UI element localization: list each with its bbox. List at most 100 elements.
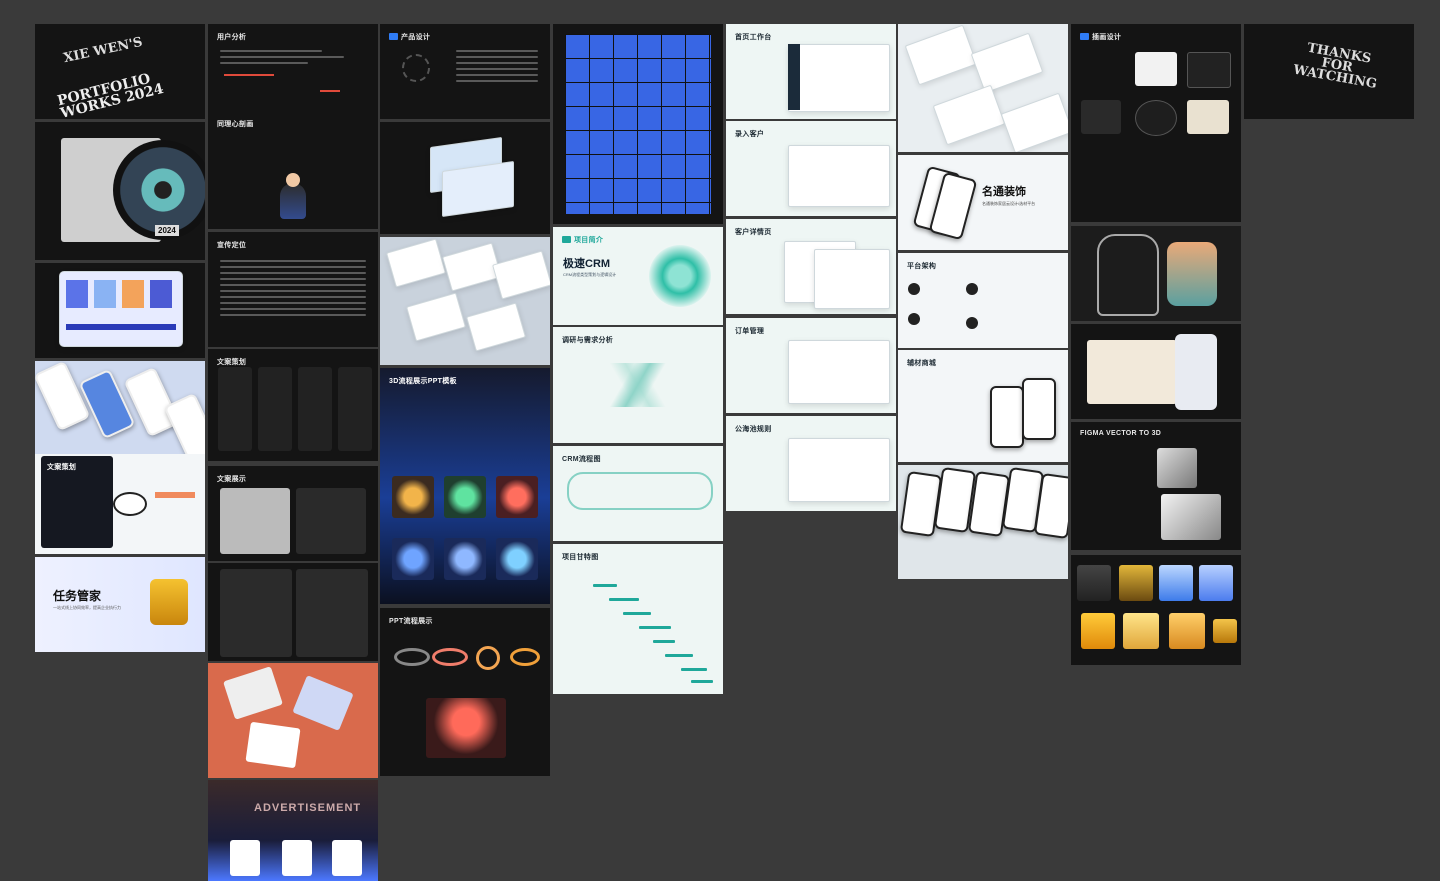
- frame-title-wrap: 项目简介: [562, 235, 603, 245]
- frame-line-art[interactable]: [1071, 226, 1241, 321]
- frame-title: 3D流程展示PPT模板: [389, 378, 457, 385]
- frame-customer-detail[interactable]: 客户详情页: [726, 219, 896, 314]
- frame-title: 文案策划: [217, 359, 247, 366]
- frame-enter-customer[interactable]: 录入客户: [726, 121, 896, 216]
- frame-phones-grid[interactable]: [898, 465, 1068, 579]
- advertisement-title: ADVERTISEMENT: [254, 802, 362, 814]
- slide-mock: [466, 302, 526, 352]
- grid-lines: [565, 34, 711, 214]
- frame-title: 产品设计: [401, 34, 431, 41]
- gantt-bar: [639, 626, 671, 629]
- table-block: [220, 256, 366, 320]
- gantt-bar: [623, 612, 651, 615]
- frame-title: FIGMA VECTOR TO 3D: [1080, 430, 1162, 437]
- frame-public-pool[interactable]: 公海池规则: [726, 416, 896, 511]
- star-icon: [1213, 619, 1237, 643]
- frame-ppt-flow[interactable]: PPT流程展示: [380, 608, 550, 776]
- text-block: [456, 46, 538, 86]
- frame-3d-ppt[interactable]: 3D流程展示PPT模板: [380, 368, 550, 604]
- frame-gantt[interactable]: 项目甘特图: [553, 544, 723, 694]
- decor-subtitle: 名通装饰家居云设计/选材平台: [982, 201, 1036, 206]
- frame-copy-show[interactable]: 文案展示: [208, 466, 378, 561]
- frame-title: 项目简介: [574, 237, 604, 244]
- crm-subtitle: CRM流程类型策划与逻辑设计: [563, 272, 617, 277]
- laptop-screen: [59, 271, 183, 347]
- screen-mock: [970, 32, 1044, 94]
- screen-mock: [788, 340, 890, 404]
- frame-cover[interactable]: XIE WEN'S PORTFOLIO WORKS 2024: [35, 24, 205, 119]
- red-icon: [496, 476, 538, 518]
- frame-3d-icons[interactable]: [1071, 555, 1241, 665]
- frame-aux-mall[interactable]: 辅材商城: [898, 350, 1068, 462]
- frame-copy-planning[interactable]: 文案策划: [35, 454, 205, 554]
- target-icon: [1159, 565, 1193, 601]
- frame-project-intro[interactable]: 项目简介 极速CRM CRM流程类型策划与逻辑设计: [553, 227, 723, 325]
- frame-crm-flow[interactable]: CRM流程图: [553, 446, 723, 541]
- gantt-bar: [653, 640, 675, 643]
- frame-illustration[interactable]: 插画设计: [1071, 24, 1241, 222]
- frame-title: 公海池规则: [735, 426, 772, 433]
- frame-advertisement[interactable]: ADVERTISEMENT: [208, 780, 378, 881]
- frame-poster-mock[interactable]: [1071, 324, 1241, 419]
- frame-title: 调研与需求分析: [562, 337, 614, 344]
- cover-art-text: PORTFOLIO WORKS 2024: [55, 70, 166, 119]
- frame-home-workbench[interactable]: 首页工作台: [726, 24, 896, 119]
- book-page: [296, 569, 368, 657]
- frame-decor-title[interactable]: 名通装饰 名通装饰家居云设计/选材平台: [898, 155, 1068, 250]
- illustration-card: [1135, 52, 1177, 86]
- screen-card: [94, 280, 116, 308]
- dark-panel: 文案策划: [41, 456, 113, 548]
- gantt-bar: [681, 668, 707, 671]
- frame-title: 宣传定位: [217, 242, 247, 249]
- frame-title: 客户详情页: [735, 229, 772, 236]
- upload-icon: [1119, 565, 1153, 601]
- frame-product-design[interactable]: 产品设计: [380, 24, 550, 119]
- gold-icon: [392, 476, 434, 518]
- frame-user-analysis[interactable]: 用户分析: [208, 24, 378, 119]
- frame-phones-blue[interactable]: [35, 361, 205, 456]
- frame-dashboard-tilted[interactable]: [898, 24, 1068, 152]
- illustration-card: [1187, 100, 1229, 134]
- slide-mock: [492, 250, 550, 300]
- frame-3d-screens[interactable]: [380, 122, 550, 234]
- frame-book-spread[interactable]: [208, 563, 378, 661]
- frame-icon-grid[interactable]: [553, 24, 723, 224]
- tag-icon: [1080, 33, 1089, 40]
- text-block: [220, 46, 366, 68]
- frame-research[interactable]: 调研与需求分析: [553, 327, 723, 443]
- frame-scattered-papers[interactable]: [208, 663, 378, 778]
- frame-title: 订单管理: [735, 328, 765, 335]
- task-manager-title: 任务管家: [53, 589, 102, 603]
- frame-title: 文案展示: [217, 476, 247, 483]
- 3d-object: [1161, 494, 1221, 540]
- frame-platform-arch[interactable]: 平台架构: [898, 253, 1068, 348]
- avatar-head: [286, 173, 300, 187]
- frame-task-manager[interactable]: 任务管家 一站式线上协同效率，提高企业执行力: [35, 557, 205, 652]
- frame-album[interactable]: 2024: [35, 122, 205, 260]
- frame-thanks[interactable]: THANKS FOR WATCHING: [1244, 24, 1414, 119]
- blue-icon: [496, 538, 538, 580]
- task-manager-subtitle: 一站式线上协同效率，提高企业执行力: [53, 605, 121, 610]
- frame-figma-3d[interactable]: FIGMA VECTOR TO 3D: [1071, 422, 1241, 550]
- frame-copy-planning-dark[interactable]: 文案策划: [208, 349, 378, 461]
- frame-title: 辅材商城: [907, 360, 937, 367]
- frame-empathy-map[interactable]: 同理心剖画: [208, 111, 378, 229]
- frame-title: 文案策划: [47, 464, 77, 471]
- gantt-bar: [691, 680, 713, 683]
- frame-tilted-slides[interactable]: [380, 237, 550, 365]
- album-year: 2024: [155, 225, 179, 236]
- frame-copy-position[interactable]: 宣传定位: [208, 232, 378, 347]
- phone-mock: [35, 361, 91, 432]
- coin-icon: [1169, 613, 1205, 649]
- frame-order-mgmt[interactable]: 订单管理: [726, 318, 896, 413]
- sankey-diagram: [603, 363, 683, 407]
- frame-laptop-mock[interactable]: [35, 263, 205, 358]
- accent-bar: [320, 90, 340, 92]
- node-icon: [966, 317, 978, 329]
- frame-title: CRM流程图: [562, 456, 601, 463]
- screen-mock: [788, 145, 890, 207]
- infinity-platform-icon: [426, 698, 506, 758]
- screen-mock: [932, 84, 1006, 146]
- cloud-upload-icon: [150, 579, 188, 625]
- paper-card: [245, 721, 301, 769]
